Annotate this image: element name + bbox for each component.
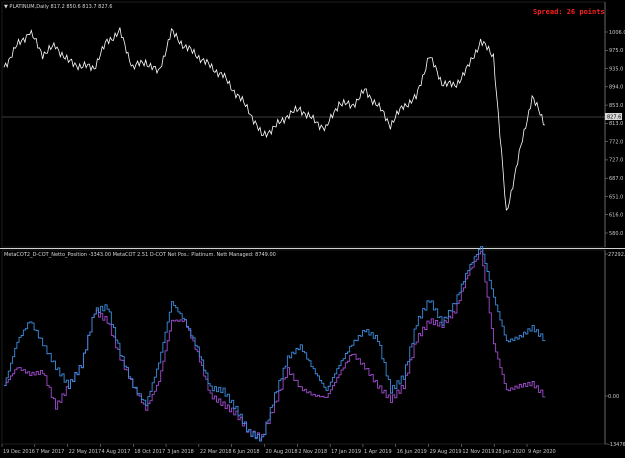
time-tick-label: 7 Mar 2017 [36, 449, 65, 455]
price-tick-label: 813.0 [609, 121, 623, 127]
price-panel-title: ▼ PLATINUM,Daily 817.2 850.6 813.7 827.6 [4, 4, 112, 10]
time-tick-label: 19 Dec 2016 [3, 449, 35, 455]
price-tick-label: 853.0 [609, 103, 623, 109]
time-tick-label: 4 Aug 2017 [101, 449, 130, 455]
indicator-tick-label: 27292.00 [608, 252, 625, 258]
time-tick-label: 17 Jan 2019 [331, 449, 361, 455]
time-tick-label: 29 Aug 2019 [430, 449, 462, 455]
indicator-panel-title: MetaCOT2_D-COT_Netto_Position -3343.00 M… [4, 252, 276, 258]
time-tick-label: 1 Apr 2019 [364, 449, 392, 455]
price-tick-label: 687.0 [609, 176, 623, 182]
price-tick-label: 651.0 [609, 194, 623, 200]
price-tick-label: 580.0 [609, 231, 623, 237]
time-tick-label: 9 Apr 2020 [528, 449, 556, 455]
time-tick-label: 22 Mar 2018 [200, 449, 232, 455]
time-tick-label: 3 Jan 2018 [167, 449, 194, 455]
time-tick-label: 12 Nov 2019 [462, 449, 494, 455]
chart-svg: ▼ PLATINUM,Daily 817.2 850.6 813.7 827.6… [0, 0, 625, 458]
price-tick-label: 616.0 [609, 213, 623, 219]
time-tick-label: 18 Oct 2017 [134, 449, 165, 455]
time-tick-label: 6 Jun 2018 [233, 449, 260, 455]
price-tick-label: 894.0 [609, 85, 623, 91]
price-tick-label: 772.0 [609, 139, 623, 145]
price-tick-label: 935.0 [609, 66, 623, 72]
price-tick-label: 727.0 [609, 158, 623, 164]
current-price-label: 827.6 [607, 115, 621, 121]
time-tick-label: 2 Nov 2018 [298, 449, 327, 455]
spread-label: Spread: 26 points [533, 8, 605, 16]
time-tick-label: 20 Aug 2018 [266, 449, 298, 455]
indicator-tick-label: -13476.00 [608, 442, 625, 448]
time-tick-label: 16 Jun 2019 [397, 449, 427, 455]
time-tick-label: 22 May 2017 [69, 449, 102, 455]
time-tick-label: 28 Jan 2020 [495, 449, 525, 455]
price-tick-label: 975.0 [609, 48, 623, 54]
indicator-tick-label: 0.00 [608, 394, 619, 400]
price-tick-label: 1006.0 [609, 30, 625, 36]
